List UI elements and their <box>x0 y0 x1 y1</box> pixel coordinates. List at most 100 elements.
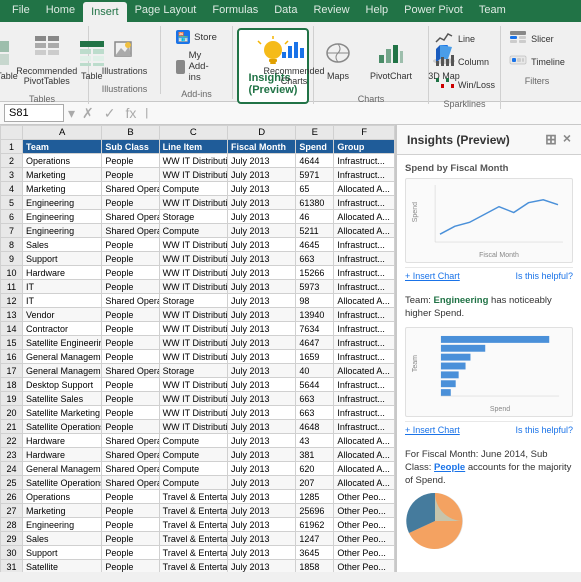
cell-r17-c3[interactable]: July 2013 <box>227 364 295 378</box>
cell-r10-c1[interactable]: People <box>102 266 159 280</box>
cell-r27-c3[interactable]: July 2013 <box>227 504 295 518</box>
cell-r27-c5[interactable]: Other Peo... <box>334 504 395 518</box>
cell-r12-c3[interactable]: July 2013 <box>227 294 295 308</box>
cell-r19-c5[interactable]: Infrastruct... <box>334 392 395 406</box>
cell-r4-c4[interactable]: 65 <box>296 182 334 196</box>
cell-r20-c0[interactable]: Satellite Marketing <box>23 406 102 420</box>
cell-r18-c0[interactable]: Desktop Support <box>23 378 102 392</box>
panel-close-button[interactable]: × <box>563 131 571 148</box>
cell-r4-c0[interactable]: Marketing <box>23 182 102 196</box>
cell-r28-c1[interactable]: People <box>102 518 159 532</box>
tab-page-layout[interactable]: Page Layout <box>127 0 205 22</box>
tab-home[interactable]: Home <box>38 0 83 22</box>
table-row[interactable]: 16General ManagementPeopleWW IT Distribu… <box>1 350 395 364</box>
cell-r3-c0[interactable]: Marketing <box>23 168 102 182</box>
cell-r7-c5[interactable]: Allocated A... <box>334 224 395 238</box>
cell-r25-c2[interactable]: Compute <box>159 476 227 490</box>
cell-r10-c5[interactable]: Infrastruct... <box>334 266 395 280</box>
chart2-helpful-button[interactable]: Is this helpful? <box>515 425 573 435</box>
panel-expand-button[interactable]: ⊞ <box>545 131 557 148</box>
cell-r30-c5[interactable]: Other Peo... <box>334 546 395 560</box>
cell-r5-c0[interactable]: Engineering <box>23 196 102 210</box>
cell-r20-c5[interactable]: Infrastruct... <box>334 406 395 420</box>
cell-r14-c1[interactable]: People <box>102 322 159 336</box>
cell-r30-c1[interactable]: People <box>102 546 159 560</box>
cell-r21-c2[interactable]: WW IT Distributions <box>159 420 227 434</box>
cell-r8-c4[interactable]: 4645 <box>296 238 334 252</box>
cell-r8-c3[interactable]: July 2013 <box>227 238 295 252</box>
cell-r19-c4[interactable]: 663 <box>296 392 334 406</box>
chart2-insert-button[interactable]: + Insert Chart <box>405 425 460 435</box>
cell-r11-c4[interactable]: 5973 <box>296 280 334 294</box>
cell-r22-c2[interactable]: Compute <box>159 434 227 448</box>
table-row[interactable]: 13VendorPeopleWW IT DistributionsJuly 20… <box>1 308 395 322</box>
cell-r23-c1[interactable]: Shared Operatio <box>102 448 159 462</box>
cell-r16-c4[interactable]: 1659 <box>296 350 334 364</box>
tab-help[interactable]: Help <box>358 0 397 22</box>
my-addins-button[interactable]: My Add-ins <box>172 48 221 85</box>
cell-r22-c4[interactable]: 43 <box>296 434 334 448</box>
cell-r29-c3[interactable]: July 2013 <box>227 532 295 546</box>
tab-power-pivot[interactable]: Power Pivot <box>396 0 471 22</box>
cell-r8-c5[interactable]: Infrastruct... <box>334 238 395 252</box>
cell-r2-c4[interactable]: 4644 <box>296 154 334 168</box>
cell-r29-c5[interactable]: Other Peo... <box>334 532 395 546</box>
table-row[interactable]: 15Satellite EngineeringPeopleWW IT Distr… <box>1 336 395 350</box>
cell-r26-c3[interactable]: July 2013 <box>227 490 295 504</box>
cell-r2-c1[interactable]: People <box>102 154 159 168</box>
table-row[interactable]: 7EngineeringShared OperatioComputeJuly 2… <box>1 224 395 238</box>
cell-r5-c4[interactable]: 61380 <box>296 196 334 210</box>
table-row[interactable]: 26OperationsPeopleTravel & EntertainmeJu… <box>1 490 395 504</box>
cell-r16-c2[interactable]: WW IT Distributions <box>159 350 227 364</box>
cell-r18-c5[interactable]: Infrastruct... <box>334 378 395 392</box>
table-row[interactable]: 17General ManagementShared OperatioStora… <box>1 364 395 378</box>
sparkline-line-button[interactable]: Line <box>430 28 499 49</box>
cell-r12-c4[interactable]: 98 <box>296 294 334 308</box>
header-cell-2[interactable]: Line Item <box>159 140 227 154</box>
cell-r6-c3[interactable]: July 2013 <box>227 210 295 224</box>
cell-r13-c4[interactable]: 13940 <box>296 308 334 322</box>
cell-r27-c0[interactable]: Marketing <box>23 504 102 518</box>
table-row[interactable]: 29SalesPeopleTravel & EntertainmeJuly 20… <box>1 532 395 546</box>
cell-r6-c0[interactable]: Engineering <box>23 210 102 224</box>
cell-r23-c2[interactable]: Compute <box>159 448 227 462</box>
cell-r13-c1[interactable]: People <box>102 308 159 322</box>
table-row[interactable]: 14ContractorPeopleWW IT DistributionsJul… <box>1 322 395 336</box>
cell-r9-c4[interactable]: 663 <box>296 252 334 266</box>
cell-r30-c0[interactable]: Support <box>23 546 102 560</box>
cell-r29-c0[interactable]: Sales <box>23 532 102 546</box>
cell-r22-c3[interactable]: July 2013 <box>227 434 295 448</box>
cell-r11-c3[interactable]: July 2013 <box>227 280 295 294</box>
cell-r15-c5[interactable]: Infrastruct... <box>334 336 395 350</box>
cell-r15-c0[interactable]: Satellite Engineering <box>23 336 102 350</box>
cell-r17-c4[interactable]: 40 <box>296 364 334 378</box>
maps-button[interactable]: Maps <box>316 33 360 85</box>
cell-r6-c4[interactable]: 46 <box>296 210 334 224</box>
table-row[interactable]: 2OperationsPeopleWW IT DistributionsJuly… <box>1 154 395 168</box>
cell-r24-c3[interactable]: July 2013 <box>227 462 295 476</box>
cell-r12-c5[interactable]: Allocated A... <box>334 294 395 308</box>
cell-r4-c3[interactable]: July 2013 <box>227 182 295 196</box>
cell-r25-c5[interactable]: Allocated A... <box>334 476 395 490</box>
cell-r24-c4[interactable]: 620 <box>296 462 334 476</box>
cell-r25-c4[interactable]: 207 <box>296 476 334 490</box>
table-row[interactable]: 12ITShared OperatioStorageJuly 201398All… <box>1 294 395 308</box>
cell-r23-c3[interactable]: July 2013 <box>227 448 295 462</box>
cell-r14-c5[interactable]: Infrastruct... <box>334 322 395 336</box>
cell-r20-c1[interactable]: People <box>102 406 159 420</box>
cell-r13-c5[interactable]: Infrastruct... <box>334 308 395 322</box>
cell-r20-c3[interactable]: July 2013 <box>227 406 295 420</box>
cell-r2-c2[interactable]: WW IT Distributions <box>159 154 227 168</box>
cell-r19-c3[interactable]: July 2013 <box>227 392 295 406</box>
cell-r25-c0[interactable]: Satellite Operations <box>23 476 102 490</box>
cell-r4-c2[interactable]: Compute <box>159 182 227 196</box>
cell-r2-c0[interactable]: Operations <box>23 154 102 168</box>
cell-r27-c2[interactable]: Travel & Entertainme <box>159 504 227 518</box>
cell-r7-c2[interactable]: Compute <box>159 224 227 238</box>
table-row[interactable]: 4MarketingShared OperatioComputeJuly 201… <box>1 182 395 196</box>
cell-r16-c3[interactable]: July 2013 <box>227 350 295 364</box>
tab-team[interactable]: Team <box>471 0 514 22</box>
cell-r12-c1[interactable]: Shared Operatio <box>102 294 159 308</box>
sparkline-winloss-button[interactable]: Win/Loss <box>430 74 499 95</box>
cell-r29-c2[interactable]: Travel & Entertainme <box>159 532 227 546</box>
